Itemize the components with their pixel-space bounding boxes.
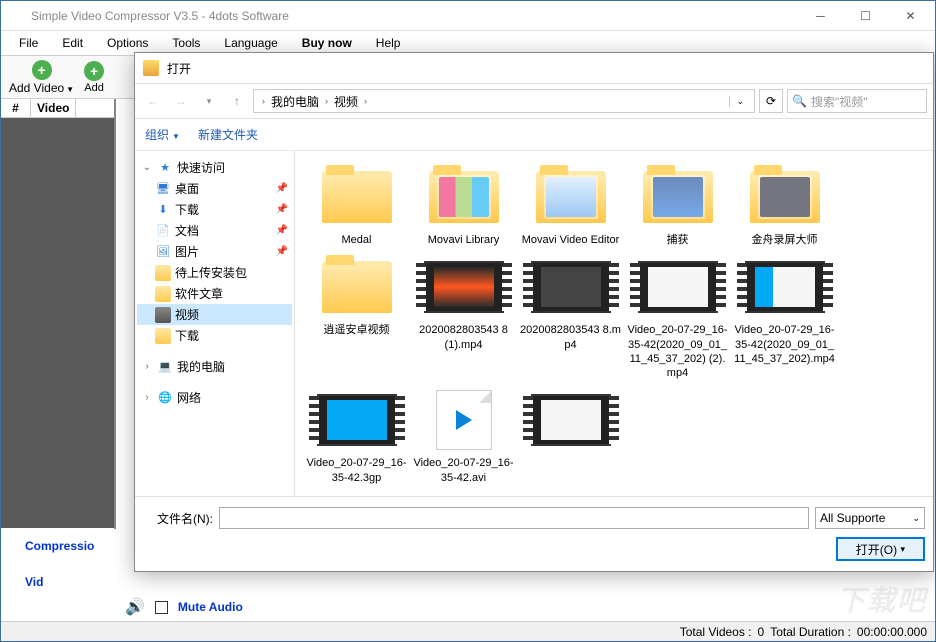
nav-recent-button[interactable]: ▾ <box>197 89 221 113</box>
total-duration-label: Total Duration : <box>770 625 851 639</box>
tree-pictures[interactable]: 🖼图片📌 <box>137 241 292 262</box>
tree-pending[interactable]: 待上传安装包 <box>137 262 292 283</box>
statusbar: Total Videos : 0 Total Duration : 00:00:… <box>1 621 935 641</box>
open-dialog: 打开 ← → ▾ ↑ › 我的电脑 › 视频 › ⌄ ⟳ 🔍 搜索"视频" 组织… <box>134 52 934 572</box>
filename-input[interactable] <box>219 507 809 529</box>
folder-icon <box>143 60 159 76</box>
tree-articles[interactable]: 软件文章 <box>137 283 292 304</box>
file-grid: Medal Movavi Library Movavi Video Editor… <box>295 151 933 496</box>
address-dropdown-icon[interactable]: ⌄ <box>729 96 750 107</box>
newfolder-button[interactable]: 新建文件夹 <box>198 126 258 143</box>
tree-documents[interactable]: 📄文档📌 <box>137 220 292 241</box>
file-table-body <box>1 118 114 528</box>
dialog-titlebar: 打开 <box>135 53 933 83</box>
video-item[interactable]: Video_20-07-29_16-35-42(2020_09_01_11_45… <box>731 251 838 384</box>
folder-item[interactable]: Medal <box>303 161 410 251</box>
mute-label: Mute Audio <box>178 600 243 614</box>
tree-mypc[interactable]: ›💻我的电脑 <box>137 356 292 377</box>
plus-icon: + <box>32 60 52 80</box>
add-video-label: Add Video <box>9 81 64 95</box>
search-icon: 🔍 <box>792 94 807 108</box>
tree-downloads2[interactable]: 下载 <box>137 325 292 346</box>
breadcrumb-sub[interactable]: 视频 <box>332 93 360 110</box>
titlebar: Simple Video Compressor V3.5 - 4dots Sof… <box>1 1 935 31</box>
chevron-icon: › <box>325 96 328 106</box>
close-button[interactable]: ✕ <box>888 2 933 30</box>
pin-icon: 📌 <box>276 204 288 215</box>
folder-item[interactable]: 逍遥安卓视频 <box>303 251 410 384</box>
chevron-icon: › <box>262 96 265 106</box>
pin-icon: 📌 <box>276 246 288 257</box>
filetype-combo[interactable]: All Supporte⌄ <box>815 507 925 529</box>
refresh-button[interactable]: ⟳ <box>759 89 783 113</box>
video-item[interactable]: Video_20-07-29_16-35-42(2020_09_01_11_45… <box>624 251 731 384</box>
video-item[interactable]: Video_20-07-29_16-35-42.3gp <box>303 384 410 489</box>
col-header-video[interactable]: Video <box>31 99 76 117</box>
menu-language[interactable]: Language <box>214 34 287 52</box>
speaker-icon: 🔊 <box>125 597 145 617</box>
breadcrumb-root[interactable]: 我的电脑 <box>269 93 321 110</box>
menu-help[interactable]: Help <box>366 34 411 52</box>
tree-desktop[interactable]: 🖥桌面📌 <box>137 178 292 199</box>
organize-button[interactable]: 组织▼ <box>145 126 180 143</box>
menu-tools[interactable]: Tools <box>162 34 210 52</box>
filename-label: 文件名(N): <box>143 510 213 527</box>
menu-options[interactable]: Options <box>97 34 158 52</box>
nav-forward-button[interactable]: → <box>169 89 193 113</box>
menu-edit[interactable]: Edit <box>52 34 93 52</box>
open-button[interactable]: 打开(O) ▾ <box>836 537 925 561</box>
dialog-title: 打开 <box>167 60 191 77</box>
plus-icon: + <box>84 61 104 81</box>
nav-tree: ⌄★快速访问 🖥桌面📌 ⬇下载📌 📄文档📌 🖼图片📌 待上传安装包 软件文章 视… <box>135 151 295 496</box>
video-item[interactable]: 2020082803543 8.mp4 <box>517 251 624 384</box>
tree-quick-access[interactable]: ⌄★快速访问 <box>137 157 292 178</box>
menu-file[interactable]: File <box>9 34 48 52</box>
folder-item[interactable]: 捕获 <box>624 161 731 251</box>
video-link[interactable]: Vid <box>5 571 931 593</box>
file-table: # Video <box>1 99 116 529</box>
total-videos-value: 0 <box>758 625 765 639</box>
window-title: Simple Video Compressor V3.5 - 4dots Sof… <box>31 9 798 23</box>
col-header-hash[interactable]: # <box>1 99 31 117</box>
chevron-icon: › <box>364 96 367 106</box>
search-placeholder: 搜索"视频" <box>811 93 868 110</box>
mute-checkbox[interactable] <box>155 601 168 614</box>
total-duration-value: 00:00:00.000 <box>857 625 927 639</box>
folder-item[interactable]: Movavi Video Editor <box>517 161 624 251</box>
video-item[interactable] <box>517 384 624 489</box>
pin-icon: 📌 <box>276 183 288 194</box>
total-videos-label: Total Videos : <box>680 625 752 639</box>
tree-videos[interactable]: 视频 <box>137 304 292 325</box>
tree-network[interactable]: ›🌐网络 <box>137 387 292 408</box>
dropdown-icon: ▼ <box>66 85 74 94</box>
add-button[interactable]: + Add <box>80 56 108 98</box>
folder-item[interactable]: 金舟录屏大师 <box>731 161 838 251</box>
tree-downloads[interactable]: ⬇下载📌 <box>137 199 292 220</box>
nav-up-button[interactable]: ↑ <box>225 89 249 113</box>
video-item[interactable]: Video_20-07-29_16-35-42.avi <box>410 384 517 489</box>
add-label: Add <box>84 82 104 94</box>
address-bar[interactable]: › 我的电脑 › 视频 › ⌄ <box>253 89 755 113</box>
video-item[interactable]: 2020082803543 8 (1).mp4 <box>410 251 517 384</box>
app-icon <box>9 8 25 24</box>
pin-icon: 📌 <box>276 225 288 236</box>
minimize-button[interactable]: ─ <box>798 2 843 30</box>
add-video-button[interactable]: + Add Video▼ <box>5 56 78 98</box>
maximize-button[interactable]: ☐ <box>843 2 888 30</box>
folder-item[interactable]: Movavi Library <box>410 161 517 251</box>
menu-buynow[interactable]: Buy now <box>292 34 362 52</box>
search-input[interactable]: 🔍 搜索"视频" <box>787 89 927 113</box>
nav-back-button[interactable]: ← <box>141 89 165 113</box>
